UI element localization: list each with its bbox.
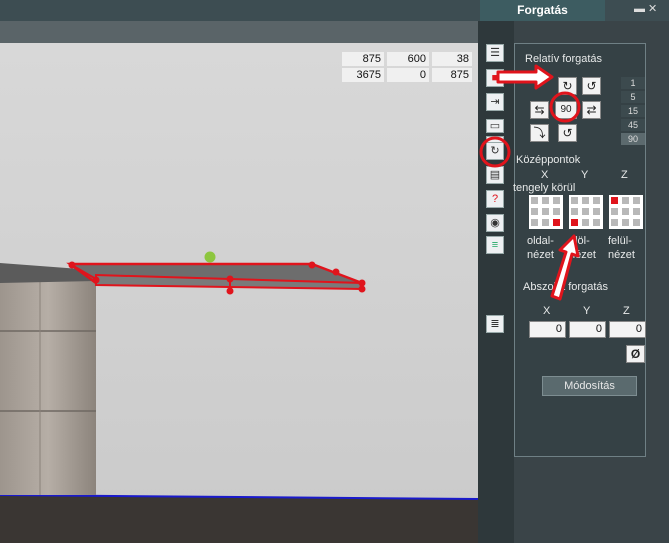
abs-axis-z-label: Z <box>623 305 630 317</box>
centers-title: Középpontok <box>516 154 581 166</box>
around-axis-label: tengely körül <box>513 182 576 194</box>
abs-y-field[interactable]: 0 <box>569 321 606 338</box>
front-view-label: elöl- nézet <box>569 235 596 261</box>
rotation-panel: Relatív forgatás ↻ ↺ ⇆ 90 ⇄ ⤵ ↺ 1 5 15 4… <box>513 43 646 457</box>
highlight-circle-rotate <box>479 136 511 168</box>
window-controls[interactable]: ▬ ✕ <box>634 2 669 16</box>
coord-x-1: 875 <box>342 52 384 66</box>
center-grid-z[interactable] <box>609 195 643 229</box>
tool-strip: ☰ ■ ⇥ ▭ ↔ ↻ ▤ ? ◉ ≡ ≣ <box>478 21 514 543</box>
absolute-rotation-title: Abszolút forgatás <box>523 281 608 293</box>
coord-y-2: 0 <box>387 68 429 82</box>
center-grid-y[interactable] <box>569 195 603 229</box>
coord-x-2: 3675 <box>342 68 384 82</box>
flip-z-icon[interactable]: ⤵ <box>530 124 549 142</box>
flip-x-right-icon[interactable]: ⇄ <box>582 101 601 119</box>
panel-title: Forgatás <box>480 0 605 21</box>
resize-vertical-icon[interactable]: ▭ <box>486 119 504 133</box>
color-layers-icon[interactable]: ≡ <box>486 236 504 254</box>
abs-z-field[interactable]: 0 <box>609 321 646 338</box>
abs-axis-y-label: Y <box>583 305 591 317</box>
rotate-ccw-icon[interactable]: ↺ <box>558 124 577 142</box>
abs-axis-x-label: X <box>543 305 551 317</box>
list-icon[interactable]: ☰ <box>486 44 504 62</box>
step-1[interactable]: 1 <box>621 77 645 89</box>
angle-field[interactable]: 90 <box>555 101 577 119</box>
3d-viewport[interactable]: 875 600 38 3675 0 875 <box>0 43 478 543</box>
rotate-object-icon[interactable]: ■ <box>486 69 504 87</box>
modify-button[interactable]: Módosítás <box>542 376 637 396</box>
side-view-label: oldal- nézet <box>527 235 554 261</box>
help-measure-icon[interactable]: ? <box>486 190 504 208</box>
top-view-label: felül- nézet <box>608 235 635 261</box>
flip-y-icon[interactable]: ↺ <box>582 77 601 95</box>
relative-rotation-title: Relatív forgatás <box>525 53 603 65</box>
axis-y-label: Y <box>581 169 589 181</box>
axis-x-label: X <box>541 169 549 181</box>
axis-z-label: Z <box>621 169 628 181</box>
move-in-icon[interactable]: ⇥ <box>486 93 504 111</box>
coord-y-1: 600 <box>387 52 429 66</box>
step-5[interactable]: 5 <box>621 91 645 103</box>
center-grid-x[interactable] <box>529 195 563 229</box>
step-15[interactable]: 15 <box>621 105 645 117</box>
viewport-toolbar <box>0 21 478 43</box>
flip-x-left-icon[interactable]: ⇆ <box>530 101 549 119</box>
lines-icon[interactable]: ≣ <box>486 315 504 333</box>
step-45[interactable]: 45 <box>621 119 645 131</box>
coord-z-2: 875 <box>432 68 472 82</box>
step-90[interactable]: 90 <box>621 133 645 145</box>
coord-z-1: 38 <box>432 52 472 66</box>
reset-rotation-button[interactable]: Ø <box>626 345 645 363</box>
rotate-cw-icon[interactable]: ↻ <box>558 77 577 95</box>
scene-drawing <box>0 43 478 543</box>
abs-x-field[interactable]: 0 <box>529 321 566 338</box>
visibility-eye-icon[interactable]: ◉ <box>486 214 504 232</box>
